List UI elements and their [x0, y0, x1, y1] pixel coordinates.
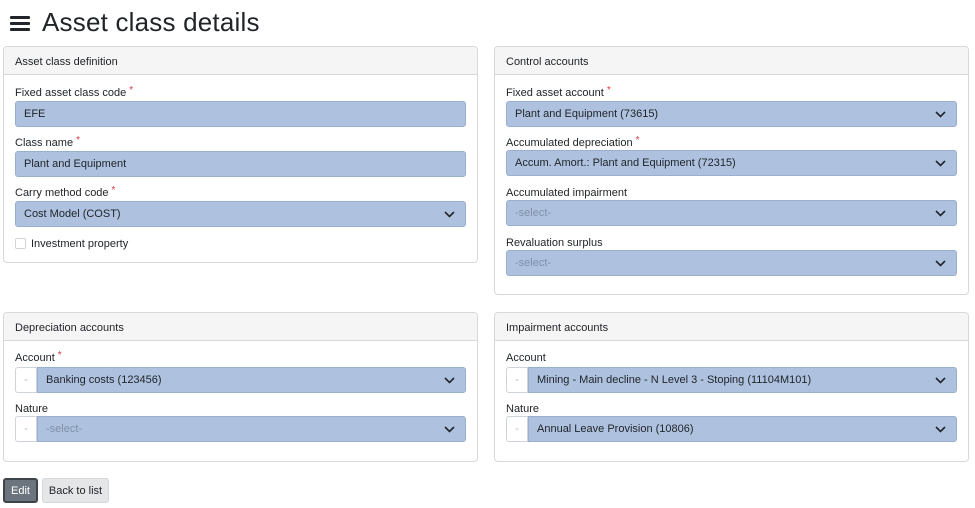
page-title: Asset class details [42, 6, 260, 37]
accumulated-depreciation-select[interactable]: Accum. Amort.: Plant and Equipment (7231… [506, 150, 957, 176]
depreciation-account-label: Account * [15, 350, 62, 364]
required-mark: * [606, 85, 611, 96]
required-mark: * [76, 135, 80, 146]
required-mark: * [635, 135, 640, 146]
control-accounts-card: Control accounts Fixed asset account * Pl… [494, 46, 969, 295]
impairment-account-select[interactable]: Mining - Main decline - N Level 3 - Stop… [528, 367, 957, 393]
impairment-account-label: Account [506, 352, 546, 364]
depreciation-nature-select[interactable]: -select- [37, 416, 466, 442]
impairment-accounts-card: Impairment accounts Account - Mining - M… [494, 312, 969, 462]
investment-property-checkbox[interactable] [15, 238, 26, 249]
fixed-asset-class-code-field[interactable]: EFE [15, 101, 466, 127]
page-header: Asset class details [10, 4, 260, 40]
fixed-asset-account-label: Fixed asset account * [506, 85, 611, 99]
chevron-down-icon [935, 209, 946, 218]
revaluation-surplus-select[interactable]: -select- [506, 250, 957, 276]
required-mark: * [129, 85, 134, 96]
card-header-definition: Asset class definition [4, 47, 477, 75]
accumulated-impairment-label: Accumulated impairment [506, 187, 628, 199]
depreciation-nature-label: Nature [15, 403, 49, 415]
chevron-down-icon [935, 159, 946, 168]
edit-button[interactable]: Edit [3, 478, 38, 503]
depreciation-account-select[interactable]: Banking costs (123456) [37, 367, 466, 393]
chevron-down-icon [935, 376, 946, 385]
class-name-label: Class name * [15, 135, 80, 149]
class-name-field[interactable]: Plant and Equipment [15, 151, 466, 177]
depreciation-account-lookup-button[interactable]: - [15, 367, 37, 393]
depreciation-accounts-card: Depreciation accounts Account * - Banking… [3, 312, 478, 462]
carry-method-code-select[interactable]: Cost Model (COST) [15, 201, 466, 227]
accumulated-depreciation-label: Accumulated depreciation * [506, 135, 640, 149]
investment-property-label: Investment property [31, 238, 129, 250]
back-to-list-button[interactable]: Back to list [42, 478, 109, 503]
required-mark: * [57, 350, 62, 361]
chevron-down-icon [444, 376, 455, 385]
menu-icon[interactable] [10, 16, 30, 32]
impairment-nature-select[interactable]: Annual Leave Provision (10806) [528, 416, 957, 442]
chevron-down-icon [444, 210, 455, 219]
depreciation-nature-lookup-button[interactable]: - [15, 416, 37, 442]
card-header-depreciation: Depreciation accounts [4, 313, 477, 341]
chevron-down-icon [935, 425, 946, 434]
card-header-impairment: Impairment accounts [495, 313, 968, 341]
chevron-down-icon [444, 425, 455, 434]
accumulated-impairment-select[interactable]: -select- [506, 200, 957, 226]
required-mark: * [111, 185, 116, 196]
fixed-asset-account-select[interactable]: Plant and Equipment (73615) [506, 101, 957, 127]
asset-class-definition-card: Asset class definition Fixed asset class… [3, 46, 478, 263]
revaluation-surplus-label: Revaluation surplus [506, 237, 603, 249]
chevron-down-icon [935, 259, 946, 268]
impairment-account-lookup-button[interactable]: - [506, 367, 528, 393]
impairment-nature-label: Nature [506, 403, 540, 415]
fixed-asset-class-code-label: Fixed asset class code * [15, 85, 134, 99]
chevron-down-icon [935, 110, 946, 119]
impairment-nature-lookup-button[interactable]: - [506, 416, 528, 442]
carry-method-code-label: Carry method code * [15, 185, 116, 199]
card-header-control: Control accounts [495, 47, 968, 75]
